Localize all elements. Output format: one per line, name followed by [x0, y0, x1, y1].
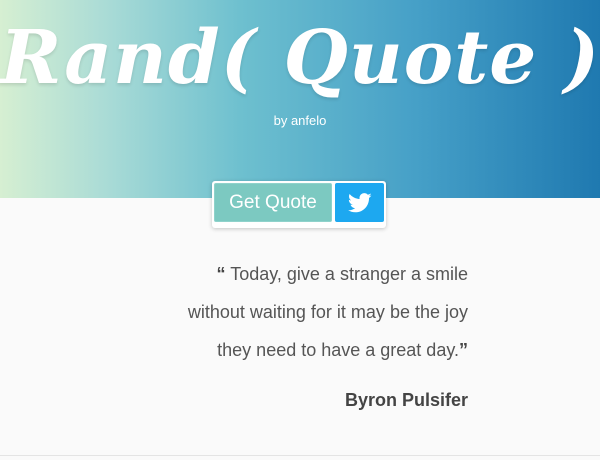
quote-line-text: they need to have a great day.: [217, 340, 459, 360]
quote-line-text: Today, give a stranger a smile: [225, 264, 468, 284]
open-quote-mark: “: [216, 264, 226, 284]
divider: [0, 455, 600, 456]
get-quote-button[interactable]: Get Quote: [214, 183, 332, 222]
quote-line: “ Today, give a stranger a smile: [130, 255, 468, 293]
quote-line: without waiting for it may be the joy: [187, 302, 468, 322]
close-quote-mark: ”: [459, 340, 468, 360]
action-button-group: Get Quote: [212, 181, 386, 228]
byline: by anfelo: [273, 113, 327, 128]
quote-text: “ Today, give a stranger a smile without…: [130, 255, 468, 369]
quote-line: they need to have a great day.”: [130, 331, 468, 369]
quote-author: Byron Pulsifer: [344, 390, 468, 410]
twitter-bird-icon: [347, 192, 372, 212]
app-title: Rand( Quote ): [0, 15, 600, 101]
header-banner: Rand( Quote ) by anfelo: [0, 0, 600, 198]
tweet-button[interactable]: [335, 183, 384, 222]
